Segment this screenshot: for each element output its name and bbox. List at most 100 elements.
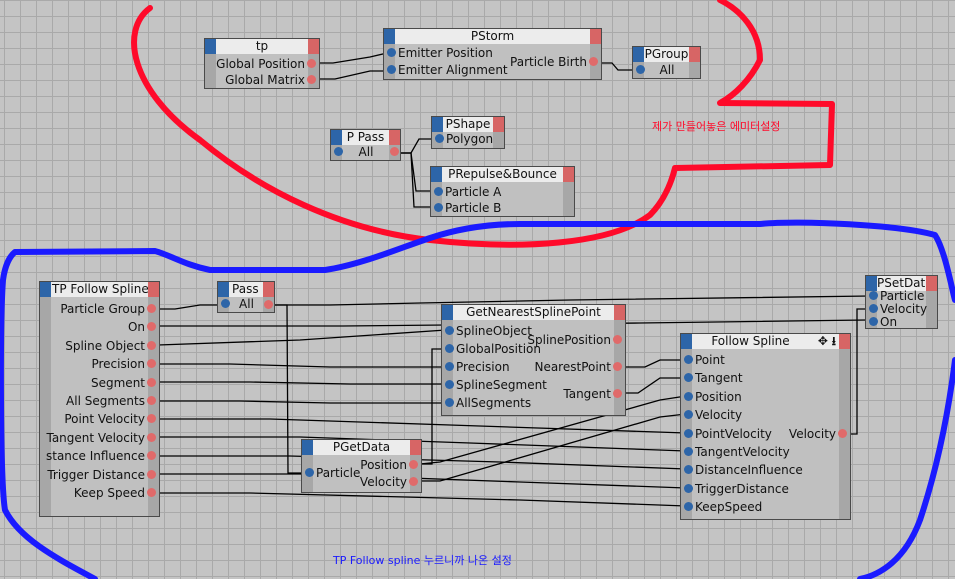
input-dot[interactable] <box>434 187 443 196</box>
input-dot[interactable] <box>869 304 878 313</box>
output-dot[interactable] <box>390 147 399 156</box>
input-port-point-velocity[interactable]: PointVelocity <box>683 425 772 443</box>
node-input-handle[interactable] <box>681 334 692 349</box>
input-port-emitter-position[interactable]: Emitter Position <box>386 44 493 62</box>
input-dot[interactable] <box>387 65 396 74</box>
input-dot[interactable] <box>434 203 443 212</box>
input-dot[interactable] <box>387 48 396 57</box>
output-dot[interactable] <box>147 304 156 313</box>
output-port-point-velocity[interactable]: Point Velocity <box>64 410 157 428</box>
output-port-global-matrix[interactable]: Global Matrix <box>225 71 317 89</box>
input-dot[interactable] <box>636 65 645 74</box>
input-port-all[interactable]: All <box>220 295 261 313</box>
input-port-emitter-alignment[interactable]: Emitter Alignment <box>386 61 508 79</box>
output-dot[interactable] <box>147 396 156 405</box>
output-port-particle-group[interactable]: Particle Group <box>60 300 157 318</box>
node-p-pass-top[interactable]: P Pass All <box>330 129 401 161</box>
input-port-all-segments[interactable]: AllSegments <box>444 394 531 412</box>
input-port-velocity[interactable]: Velocity <box>683 406 742 424</box>
output-dot[interactable] <box>147 470 156 479</box>
node-input-handle[interactable] <box>442 305 453 320</box>
node-output-handle[interactable] <box>839 334 850 349</box>
output-port-keep-speed[interactable]: Keep Speed <box>74 484 157 502</box>
input-dot[interactable] <box>221 299 230 308</box>
output-port-spline-object[interactable]: Spline Object <box>65 337 157 355</box>
input-dot[interactable] <box>684 373 693 382</box>
input-port-all[interactable]: All <box>635 61 687 79</box>
input-dot[interactable] <box>684 355 693 364</box>
input-dot[interactable] <box>684 465 693 474</box>
output-dot[interactable] <box>838 429 847 438</box>
output-dot[interactable] <box>589 57 598 66</box>
input-port-tangent-velocity[interactable]: TangentVelocity <box>683 443 790 461</box>
node-tp-follow-spline[interactable]: TP Follow Spline Particle Group On Splin… <box>39 281 160 517</box>
output-port-position[interactable]: Position <box>360 456 419 474</box>
input-dot[interactable] <box>869 317 878 326</box>
input-port-keep-speed[interactable]: KeepSpeed <box>683 498 762 516</box>
input-dot[interactable] <box>445 326 454 335</box>
output-port-all-segments[interactable]: All Segments <box>66 392 157 410</box>
move-icon[interactable]: ✥ <box>818 334 828 348</box>
node-p-pass-bottom[interactable]: P Pass All <box>217 281 275 313</box>
output-port-velocity[interactable]: Velocity <box>789 425 848 443</box>
input-dot[interactable] <box>445 362 454 371</box>
node-output-handle[interactable] <box>410 440 421 455</box>
output-port-particle-birth[interactable]: Particle Birth <box>510 53 599 71</box>
output-dot[interactable] <box>264 300 273 309</box>
input-dot[interactable] <box>684 429 693 438</box>
arrow-down-icon[interactable]: ⭳ <box>832 334 836 348</box>
node-output-handle[interactable] <box>148 282 159 297</box>
output-port-distance-influence[interactable]: stance Influence <box>46 447 157 465</box>
node-input-handle[interactable] <box>40 282 51 297</box>
node-output-handle[interactable] <box>590 29 601 44</box>
node-get-nearest-spline-point[interactable]: GetNearestSplinePoint SplineObject Globa… <box>441 304 626 416</box>
input-port-distance-influence[interactable]: DistanceInfluence <box>683 461 803 479</box>
node-output-handle[interactable] <box>493 117 504 132</box>
input-port-trigger-distance[interactable]: TriggerDistance <box>683 480 789 498</box>
input-dot[interactable] <box>684 484 693 493</box>
output-port-precision[interactable]: Precision <box>91 355 157 373</box>
output-port-trigger-distance[interactable]: Trigger Distance <box>47 466 157 484</box>
output-dot[interactable] <box>147 433 156 442</box>
input-dot[interactable] <box>684 447 693 456</box>
input-port-spline-object[interactable]: SplineObject <box>444 322 532 340</box>
input-dot[interactable] <box>305 468 314 477</box>
output-port-velocity[interactable]: Velocity <box>360 473 419 491</box>
node-prepulse-bounce[interactable]: PRepulse&Bounce Particle A Particle B <box>430 166 575 217</box>
node-pstorm[interactable]: PStorm Emitter Position Emitter Alignmen… <box>383 28 602 80</box>
node-output-handle[interactable] <box>563 167 574 182</box>
input-port-tangent[interactable]: Tangent <box>683 369 743 387</box>
input-port-precision[interactable]: Precision <box>444 358 510 376</box>
node-follow-spline[interactable]: Follow Spline ✥ ⭳ Point Tangent Position… <box>680 333 851 520</box>
input-dot[interactable] <box>445 380 454 389</box>
input-port-point[interactable]: Point <box>683 351 725 369</box>
output-dot[interactable] <box>147 322 156 331</box>
input-dot[interactable] <box>334 147 343 156</box>
output-dot[interactable] <box>307 75 316 84</box>
output-port-segment[interactable]: Segment <box>91 374 157 392</box>
input-dot[interactable] <box>445 344 454 353</box>
output-dot[interactable] <box>613 362 622 371</box>
node-input-handle[interactable] <box>384 29 395 44</box>
input-dot[interactable] <box>684 502 693 511</box>
input-port-position[interactable]: Position <box>683 388 742 406</box>
node-input-handle[interactable] <box>302 440 313 455</box>
input-dot[interactable] <box>435 134 444 143</box>
output-dot[interactable] <box>147 359 156 368</box>
output-dot[interactable] <box>147 451 156 460</box>
output-port-on[interactable]: On <box>128 318 157 336</box>
input-port-polygon[interactable]: Polygon <box>434 130 493 148</box>
output-port-spline-position[interactable]: SplinePosition <box>527 331 623 349</box>
input-port-spline-segment[interactable]: SplineSegment <box>444 376 547 394</box>
output-dot[interactable] <box>147 414 156 423</box>
input-port-all[interactable]: All <box>333 143 387 161</box>
node-input-handle[interactable] <box>633 47 644 62</box>
input-dot[interactable] <box>445 398 454 407</box>
output-port-nearest-point[interactable]: NearestPoint <box>534 358 623 376</box>
input-dot[interactable] <box>684 392 693 401</box>
node-psetdata[interactable]: PSetData Particle Velocity On <box>865 275 938 329</box>
node-pgetdata[interactable]: PGetData Particle Position Velocity <box>301 439 422 493</box>
output-dot[interactable] <box>307 59 316 68</box>
node-output-handle[interactable] <box>689 47 700 62</box>
output-dot[interactable] <box>147 488 156 497</box>
